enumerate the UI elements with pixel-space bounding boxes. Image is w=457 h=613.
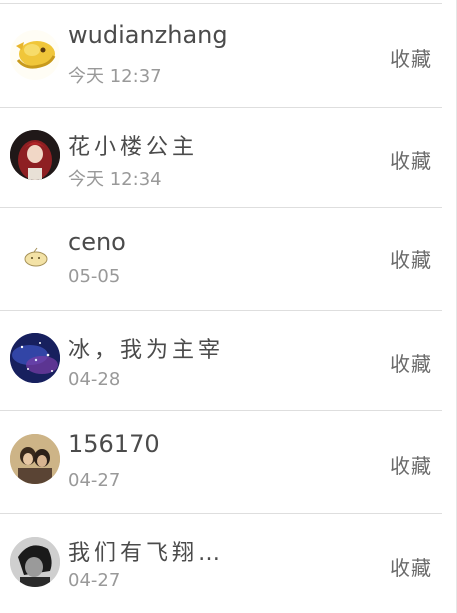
yellow-dragon-avatar[interactable] <box>10 30 60 80</box>
galaxy-avatar[interactable] <box>10 333 60 383</box>
favorite-button[interactable]: 收藏 <box>390 244 432 273</box>
list-item[interactable]: 156170 04-27 收藏 <box>0 410 442 514</box>
username: 我们有飞翔… <box>68 541 225 566</box>
couple-photo-avatar[interactable] <box>10 434 60 484</box>
list-item[interactable]: ceno 05-05 收藏 <box>0 207 442 311</box>
favorite-button[interactable]: 收藏 <box>390 450 432 479</box>
favorites-list: wudianzhang 今天 12:37 收藏 花小楼公主 今天 12:34 收… <box>0 0 457 613</box>
timestamp: 04-28 <box>68 369 121 390</box>
username: wudianzhang <box>68 21 228 49</box>
small-cartoon-avatar[interactable] <box>10 232 60 282</box>
username: 花小楼公主 <box>68 135 199 160</box>
favorite-button[interactable]: 收藏 <box>390 552 432 581</box>
timestamp: 05-05 <box>68 266 121 287</box>
list-item[interactable]: 花小楼公主 今天 12:34 收藏 <box>0 104 442 208</box>
red-hair-girl-avatar[interactable] <box>10 130 60 180</box>
favorite-button[interactable]: 收藏 <box>390 145 432 174</box>
username: 156170 <box>68 430 160 458</box>
timestamp: 04-27 <box>68 470 121 491</box>
timestamp: 04-27 <box>68 570 121 591</box>
favorite-button[interactable]: 收藏 <box>390 43 432 72</box>
username: 冰，我为主宰 <box>68 338 225 363</box>
list-item[interactable]: 冰，我为主宰 04-28 收藏 <box>0 307 442 411</box>
black-white-portrait-avatar[interactable] <box>10 537 60 587</box>
timestamp: 今天 12:37 <box>68 66 162 87</box>
favorite-button[interactable]: 收藏 <box>390 348 432 377</box>
username: ceno <box>68 228 126 256</box>
list-item[interactable]: wudianzhang 今天 12:37 收藏 <box>0 4 442 108</box>
list-item[interactable]: 我们有飞翔… 04-27 收藏 <box>0 510 442 613</box>
timestamp: 今天 12:34 <box>68 169 162 190</box>
